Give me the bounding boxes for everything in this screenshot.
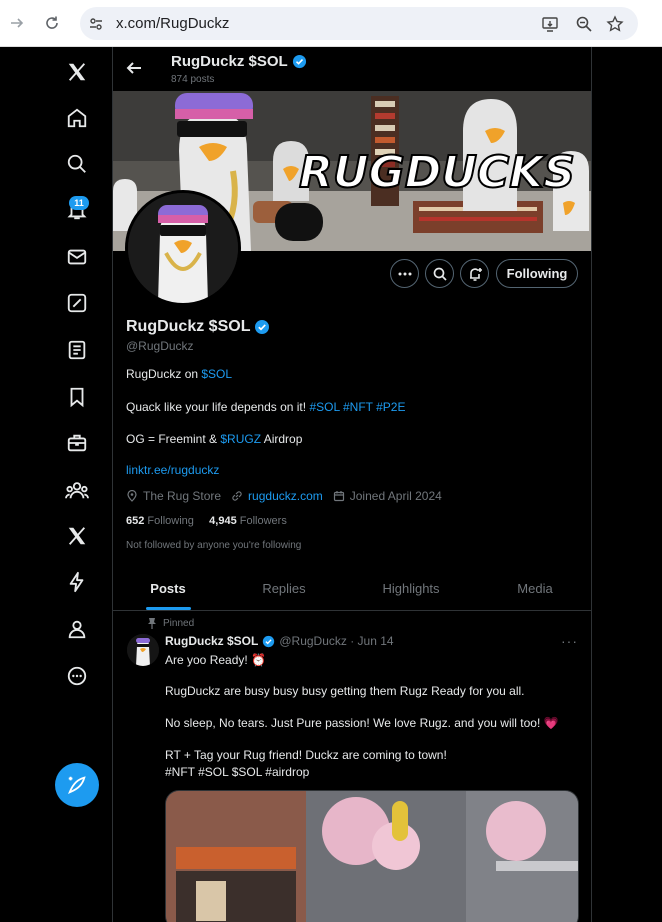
compose-post-button[interactable] <box>55 763 99 807</box>
bio-line-3: OG = Freemint & $RUGZ Airdrop <box>126 432 302 446</box>
tab-replies[interactable]: Replies <box>253 565 315 611</box>
install-app-icon[interactable] <box>540 14 560 34</box>
location-text: The Rug Store <box>143 489 222 503</box>
post-count: 874 posts <box>171 74 215 85</box>
website: rugduckz.com <box>231 489 323 503</box>
cashtag-link[interactable]: $SOL <box>201 367 232 381</box>
verified-badge-icon <box>263 635 275 647</box>
lists-icon[interactable] <box>64 337 90 363</box>
more-icon[interactable] <box>64 663 90 689</box>
tweet-media-image[interactable] <box>165 790 579 922</box>
left-navigation: 11 <box>0 47 112 922</box>
url-text: x.com/RugDuckz <box>116 15 230 32</box>
bookmarks-icon[interactable] <box>64 384 90 410</box>
address-bar[interactable]: x.com/RugDuckz <box>80 7 638 40</box>
notification-count-badge: 11 <box>69 196 89 210</box>
verified-orgs-icon[interactable] <box>64 569 90 595</box>
tab-media[interactable]: Media <box>505 565 565 611</box>
tweet-more-icon[interactable]: ··· <box>561 633 578 649</box>
cashtag-link[interactable]: $RUGZ <box>220 432 261 446</box>
active-tab-indicator <box>146 607 191 610</box>
followers-count: 4,945 <box>209 515 237 527</box>
following-stat[interactable]: 652 Following <box>126 515 194 527</box>
tweet-author-name[interactable]: RugDuckz $SOL <box>165 634 258 648</box>
back-arrow-icon[interactable] <box>125 59 145 79</box>
profile-name: RugDuckz $SOL <box>126 318 270 336</box>
tweet-text-line: Are yoo Ready! ⏰ <box>165 653 266 667</box>
following-button[interactable]: Following <box>496 259 578 288</box>
bookmark-star-icon[interactable] <box>605 14 625 34</box>
home-icon[interactable] <box>64 105 90 131</box>
profile-column: RugDuckz $SOL 874 posts RUGDUCKS Followi… <box>112 47 592 922</box>
calendar-icon <box>333 491 344 502</box>
jobs-icon[interactable] <box>64 430 90 456</box>
followers-label: Followers <box>239 515 287 527</box>
bio-text: OG = Freemint & <box>126 432 221 446</box>
tweet-text-line: RT + Tag your Rug friend! Duckz are comi… <box>165 748 447 762</box>
x-logo-icon[interactable] <box>64 59 90 85</box>
search-profile-button[interactable] <box>425 259 454 288</box>
banner-logo-text: RUGDUCKS <box>299 147 575 198</box>
location: The Rug Store <box>126 489 221 503</box>
bell-plus-icon <box>469 267 482 281</box>
premium-icon[interactable] <box>64 523 90 549</box>
profile-header-bar: RugDuckz $SOL 874 posts <box>113 47 591 91</box>
bio-line-2: Quack like your life depends on it! #SOL… <box>126 400 405 414</box>
site-settings-icon[interactable] <box>86 14 106 34</box>
followers-stat[interactable]: 4,945 Followers <box>209 515 287 527</box>
reload-icon[interactable] <box>41 12 63 34</box>
header-title-text: RugDuckz $SOL <box>171 53 288 70</box>
profile-name-text: RugDuckz $SOL <box>126 318 251 335</box>
avatar-image <box>128 193 238 303</box>
verified-badge-icon <box>292 54 306 69</box>
joined-date: Joined April 2024 <box>333 489 442 503</box>
not-followed-note: Not followed by anyone you're following <box>126 540 302 551</box>
bio-text: RugDuckz on <box>126 367 202 381</box>
messages-icon[interactable] <box>64 244 90 270</box>
link-icon <box>232 491 242 501</box>
grok-icon[interactable] <box>64 290 90 316</box>
tweet-text-line: RugDuckz are busy busy busy getting them… <box>165 684 525 698</box>
forward-icon[interactable] <box>6 12 28 34</box>
profile-tabs: Posts Replies Highlights Media <box>113 565 591 611</box>
tweet-avatar-image <box>127 634 159 666</box>
hashtag-links[interactable]: #SOL #NFT #P2E <box>309 400 405 414</box>
explore-icon[interactable] <box>64 151 90 177</box>
following-count: 652 <box>126 515 145 527</box>
tab-highlights[interactable]: Highlights <box>373 565 449 611</box>
following-label: Following <box>147 515 194 527</box>
subscribe-notifications-button[interactable] <box>460 259 489 288</box>
bio-line-1: RugDuckz on $SOL <box>126 367 232 381</box>
joined-text: Joined April 2024 <box>349 489 442 503</box>
tweet-handle-date: @RugDuckz · Jun 14 <box>279 634 394 648</box>
follow-stats: 652 Following 4,945 Followers <box>126 515 287 527</box>
tweet-hashtags[interactable]: #NFT #SOL $SOL #airdrop <box>165 765 309 779</box>
zoom-icon[interactable] <box>574 14 594 34</box>
pinned-indicator: Pinned <box>147 617 194 629</box>
profile-meta: The Rug Store rugduckz.com Joined April … <box>126 489 452 503</box>
profile-handle: @RugDuckz <box>126 339 194 353</box>
header-title: RugDuckz $SOL <box>171 53 307 70</box>
tweet-text-line: No sleep, No tears. Just Pure passion! W… <box>165 716 559 730</box>
verified-badge-icon <box>255 320 270 334</box>
search-icon <box>433 267 447 281</box>
more-options-button[interactable] <box>390 259 419 288</box>
profile-avatar[interactable] <box>125 190 241 306</box>
location-pin-icon <box>127 490 137 502</box>
pin-icon <box>148 618 156 629</box>
media-image <box>166 791 578 922</box>
communities-icon[interactable] <box>64 477 90 503</box>
tweet-header: RugDuckz $SOL @RugDuckz · Jun 14 <box>165 634 394 648</box>
profile-icon[interactable] <box>64 616 90 642</box>
bio-text: Quack like your life depends on it! <box>126 400 310 414</box>
ellipsis-icon <box>398 272 411 275</box>
bio-text: Airdrop <box>261 432 303 446</box>
pinned-label: Pinned <box>163 617 195 629</box>
compose-icon <box>68 776 86 794</box>
website-link[interactable]: rugduckz.com <box>248 489 323 503</box>
browser-toolbar: x.com/RugDuckz <box>0 0 662 47</box>
bio-link[interactable]: linktr.ee/rugduckz <box>126 463 219 477</box>
tweet-avatar[interactable] <box>127 634 159 666</box>
tab-posts[interactable]: Posts <box>137 565 199 611</box>
